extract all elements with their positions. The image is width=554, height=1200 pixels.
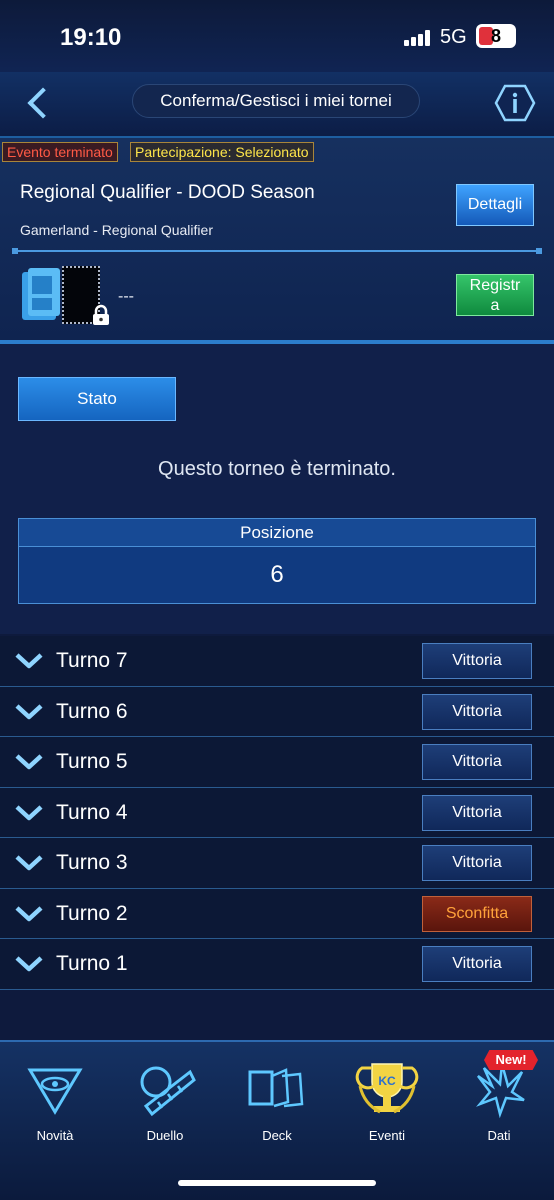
signal-icon [404,30,432,46]
nav-item-duello[interactable]: Duello [110,1048,220,1148]
rounds-list: Turno 7 Vittoria Turno 6 Vittoria Turno 5 Vit… [0,636,554,990]
nav-item-eventi[interactable]: KC Eventi [332,1048,442,1148]
register-label-1: Registr [469,277,521,294]
round-result-badge[interactable]: Vittoria [422,946,532,982]
chevron-down-icon[interactable] [14,651,44,671]
network-type: 5G [440,26,467,48]
position-box: Posizione 6 [18,518,536,604]
round-result-badge[interactable]: Vittoria [422,794,532,831]
round-label: Turno 4 [56,800,128,824]
new-badge: New! [484,1050,538,1070]
deck-cards-icon [248,1068,304,1108]
nav-label-dati: Dati [487,1128,511,1143]
register-button[interactable]: Registr a [456,274,534,316]
round-row[interactable]: Turno 7 Vittoria [0,636,554,687]
battery-icon: 8 [476,24,516,48]
round-result-badge[interactable]: Vittoria [422,643,532,679]
status-time: 19:10 [60,24,122,51]
millennium-eye-icon [27,1068,83,1115]
chevron-down-icon[interactable] [14,954,44,974]
status-tab-button[interactable]: Stato [18,377,176,421]
round-result-badge[interactable]: Vittoria [422,693,532,730]
register-label-2: a [490,297,500,314]
nav-label-novita: Novità [36,1128,74,1143]
info-icon[interactable] [494,84,536,122]
round-row[interactable]: Turno 1 Vittoria [0,939,554,990]
round-label: Turno 2 [56,901,128,925]
chevron-down-icon[interactable] [14,803,44,823]
bottom-navbar: Novità Duello Deck KC Eventi Dati [0,1040,554,1200]
status-bar: 19:10 5G 8 [0,0,554,72]
chevron-down-icon[interactable] [14,853,44,873]
duel-disk-icon [140,1066,196,1117]
event-title: Regional Qualifier - DOOD Season [20,182,315,203]
event-ended-badge: Evento terminato [2,142,118,162]
position-value: 6 [270,561,284,588]
nav-label-eventi: Eventi [368,1128,406,1143]
event-panel: Evento terminato Partecipazione: Selezio… [0,138,554,344]
lock-icon [93,304,109,325]
deck-case-icon [22,268,60,320]
svg-text:KC: KC [378,1074,396,1088]
chevron-down-icon[interactable] [14,904,44,924]
round-label: Turno 7 [56,649,128,672]
nav-item-novita[interactable]: Novità [0,1048,110,1148]
page-title: Conferma/Gestisci i miei tornei [132,84,420,118]
deck-name: --- [118,288,134,305]
home-indicator[interactable] [178,1180,376,1186]
round-row[interactable]: Turno 4 Vittoria [0,787,554,838]
round-row[interactable]: Turno 5 Vittoria [0,737,554,788]
status-section: Stato Questo torneo è terminato. Posizio… [0,344,554,634]
round-result-badge[interactable]: Sconfitta [422,895,532,932]
participation-badge: Partecipazione: Selezionato [130,142,314,162]
round-row[interactable]: Turno 3 Vittoria [0,838,554,889]
round-row[interactable]: Turno 6 Vittoria [0,686,554,737]
round-label: Turno 5 [56,750,128,773]
header: Conferma/Gestisci i miei tornei [0,72,554,138]
nav-item-deck[interactable]: Deck [222,1048,332,1148]
chevron-down-icon[interactable] [14,702,44,722]
round-row[interactable]: Turno 2 Sconfitta [0,888,554,939]
round-label: Turno 3 [56,851,128,874]
details-button[interactable]: Dettagli [456,184,534,226]
divider [12,248,542,254]
battery-level: 8 [490,26,501,46]
round-result-badge[interactable]: Vittoria [422,845,532,881]
tournament-ended-message: Questo torneo è terminato. [158,458,396,480]
position-header: Posizione [19,519,535,547]
round-label: Turno 1 [56,952,128,975]
nav-label-duello: Duello [146,1128,184,1143]
round-result-badge[interactable]: Vittoria [422,744,532,780]
trophy-icon: KC [355,1063,419,1114]
round-label: Turno 6 [56,699,128,723]
chevron-down-icon[interactable] [14,752,44,772]
back-button[interactable] [22,86,58,122]
nav-label-deck: Deck [262,1128,292,1143]
event-subtitle: Gamerland - Regional Qualifier [20,222,213,238]
